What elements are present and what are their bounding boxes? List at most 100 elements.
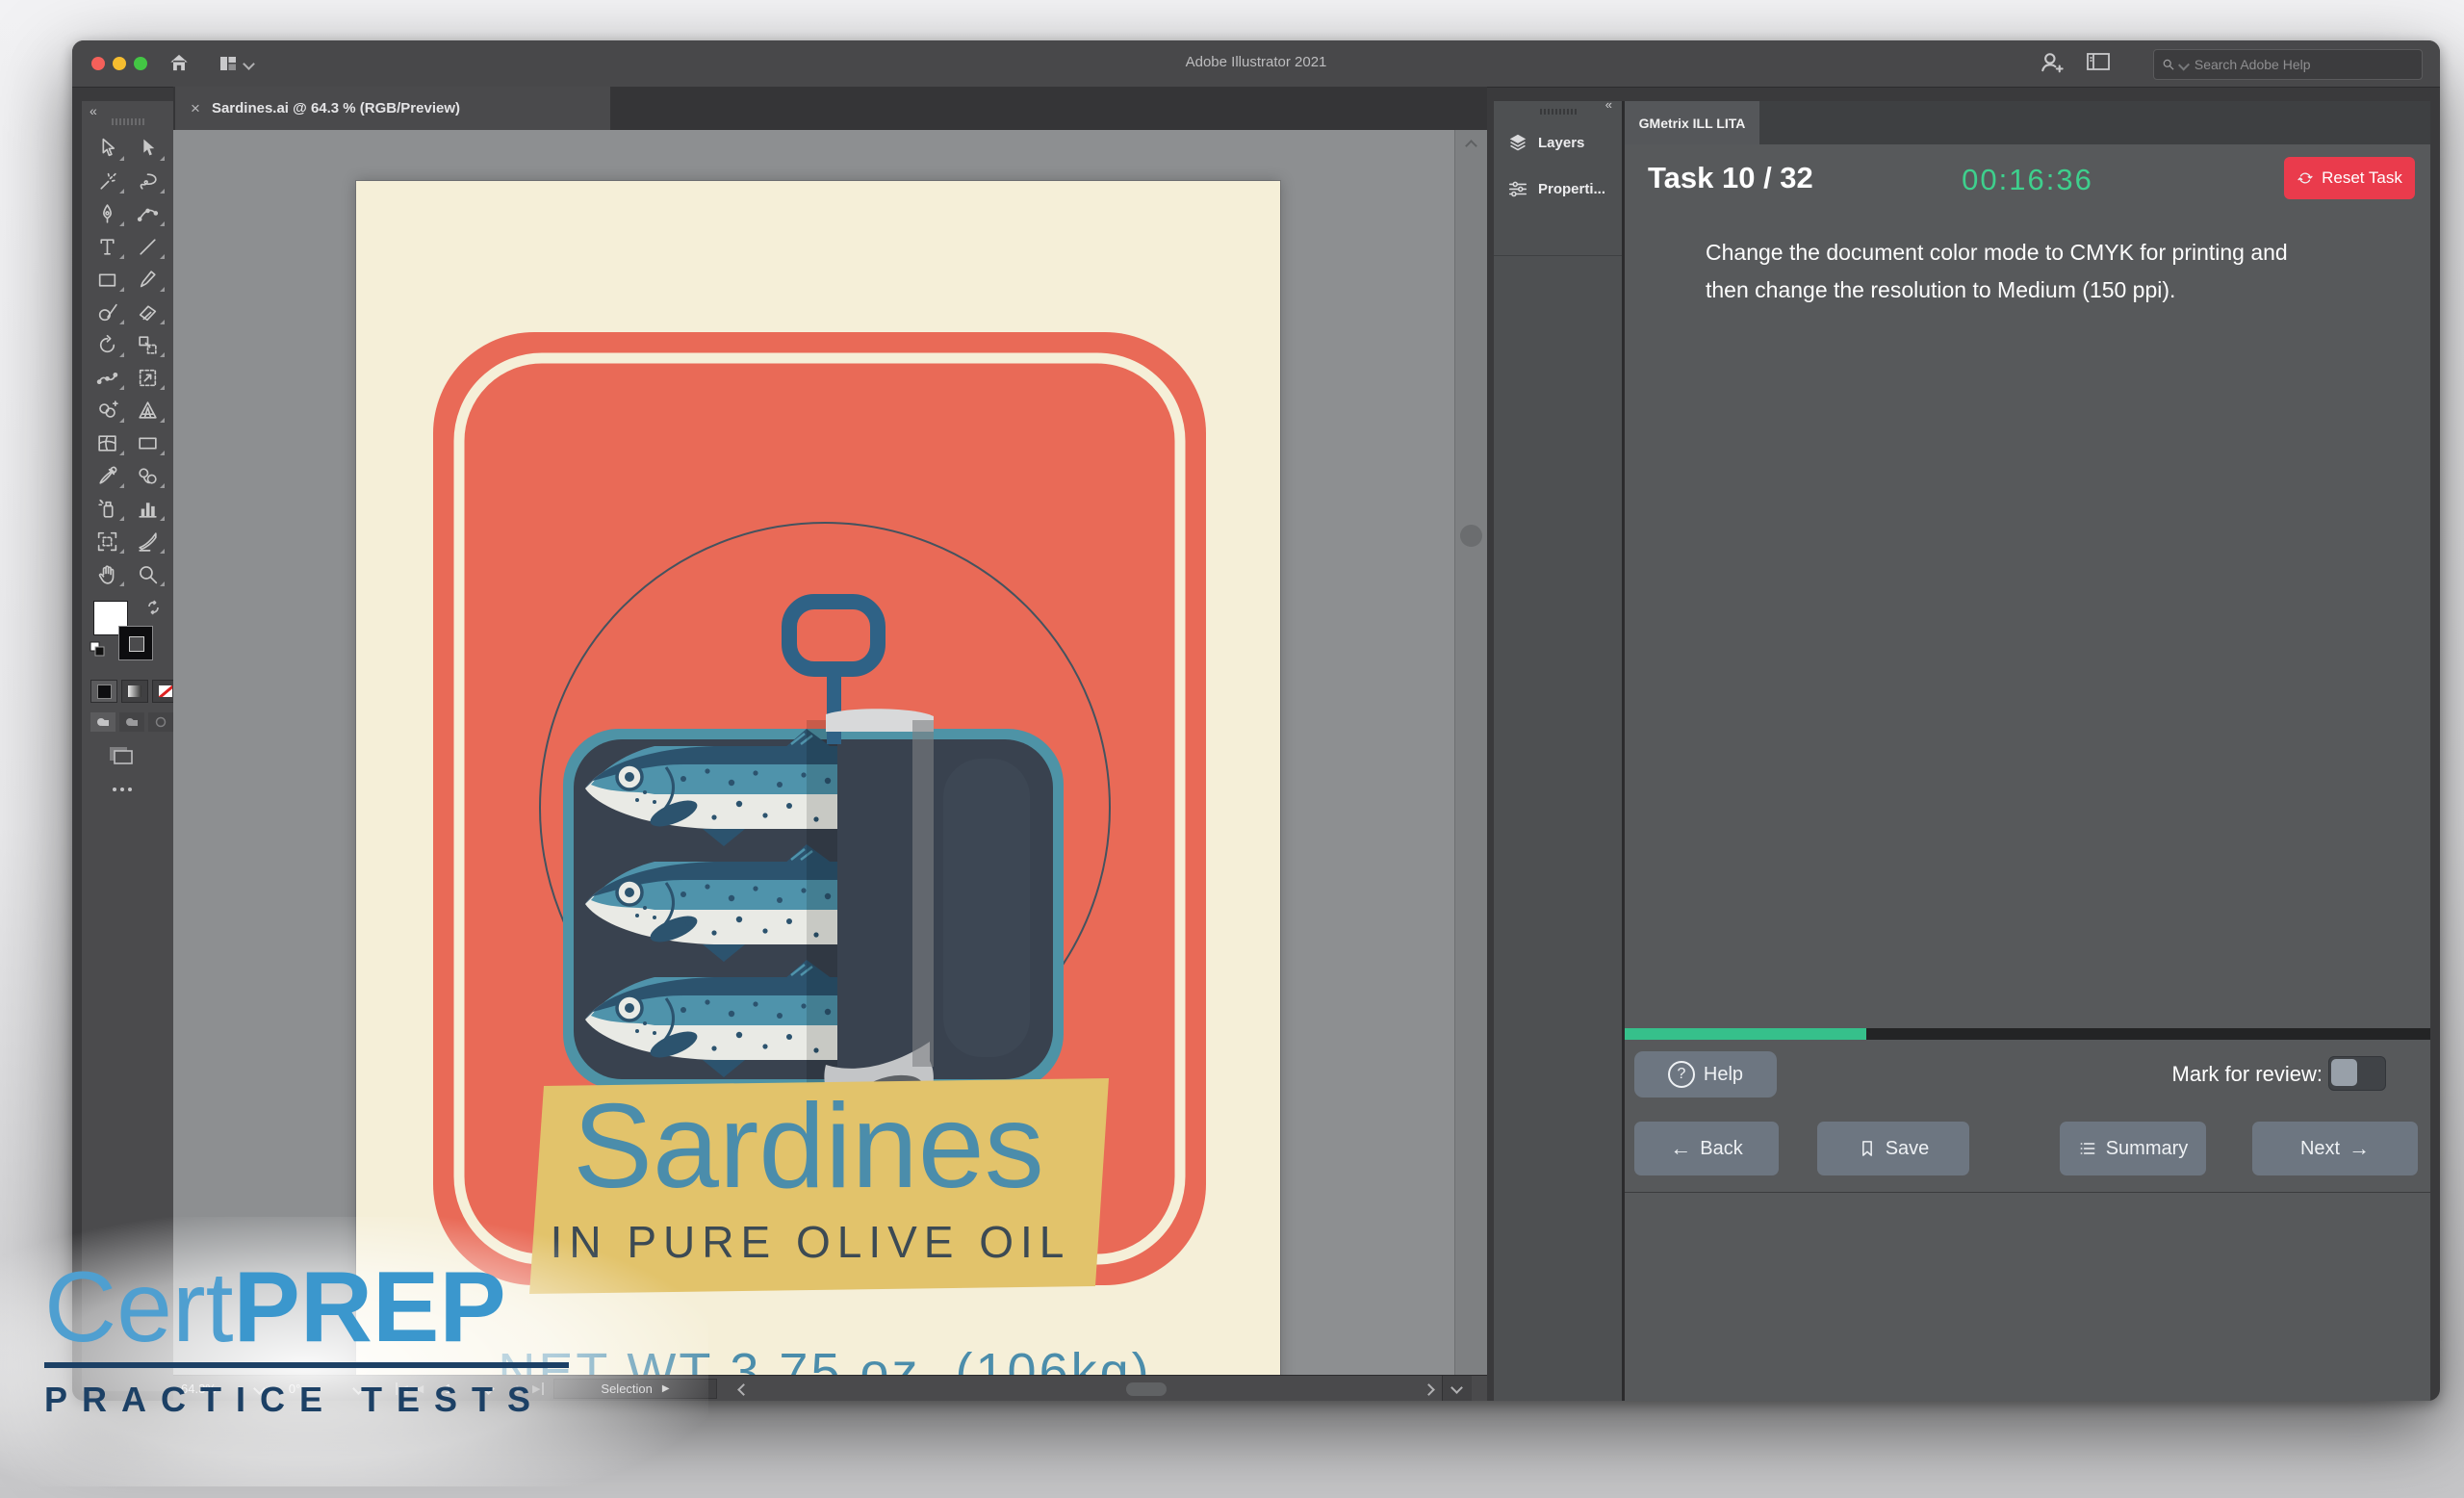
- artboard-icon: [95, 529, 119, 554]
- tool-scale[interactable]: [128, 328, 168, 361]
- tool-selection[interactable]: [88, 132, 128, 165]
- mark-for-review-toggle[interactable]: [2328, 1056, 2386, 1091]
- search-icon: [2162, 57, 2175, 72]
- help-button[interactable]: ? Help: [1634, 1051, 1777, 1098]
- tool-blend[interactable]: [128, 459, 168, 492]
- tool-eyedropper[interactable]: [88, 459, 128, 492]
- back-button[interactable]: ← Back: [1634, 1122, 1779, 1175]
- save-button[interactable]: Save: [1817, 1122, 1969, 1175]
- tool-paintbrush[interactable]: [128, 263, 168, 296]
- free-transform-icon: [136, 366, 160, 390]
- panel-button-layers[interactable]: Layers: [1494, 122, 1622, 163]
- minimize-window-button[interactable]: [113, 57, 126, 70]
- panel-divider: [1625, 1192, 2430, 1193]
- reset-task-button[interactable]: Reset Task: [2284, 157, 2415, 199]
- user-account-icon[interactable]: [2038, 49, 2065, 81]
- shape-builder-icon: [95, 399, 119, 423]
- artboard-number-field[interactable]: 1: [445, 1382, 451, 1396]
- vertical-scroll-thumb[interactable]: [1460, 525, 1482, 547]
- summary-button[interactable]: Summary: [2060, 1122, 2206, 1175]
- tool-column-graph[interactable]: [128, 492, 168, 525]
- collapse-toolbar-icon[interactable]: «: [90, 103, 97, 118]
- previous-artboard-icon[interactable]: ◀: [416, 1382, 424, 1395]
- first-artboard-icon[interactable]: ◀: [396, 1382, 407, 1395]
- workspace-switcher[interactable]: [218, 54, 253, 73]
- help-icon: ?: [1668, 1061, 1695, 1088]
- tool-mesh[interactable]: [88, 426, 128, 459]
- vertical-scrollbar[interactable]: [1454, 130, 1487, 1375]
- zoom-window-button[interactable]: [134, 57, 147, 70]
- tool-symbol-sprayer[interactable]: [88, 492, 128, 525]
- zoom-dropdown-icon[interactable]: [253, 1382, 266, 1395]
- magic-wand-icon: [95, 169, 119, 194]
- stroke-color-swatch[interactable]: [118, 626, 153, 660]
- swap-fill-stroke-icon[interactable]: [145, 599, 163, 616]
- default-fill-stroke-icon[interactable]: [90, 641, 105, 657]
- tool-line-segment[interactable]: [128, 230, 168, 263]
- artboard-dropdown-icon[interactable]: [483, 1382, 496, 1395]
- scroll-right-icon[interactable]: [1423, 1383, 1435, 1396]
- expand-panels-icon[interactable]: «: [1605, 97, 1612, 112]
- tool-magic-wand[interactable]: [88, 165, 128, 197]
- pen-icon: [95, 202, 119, 226]
- rotation-dropdown-icon[interactable]: [352, 1382, 365, 1395]
- gmetrix-tab[interactable]: GMetrix ILL LITA: [1625, 101, 1759, 144]
- canvas-pasteboard[interactable]: Sardines IN PURE OLIVE OIL NET WT 3.75 o…: [173, 130, 1487, 1375]
- tool-slice[interactable]: [128, 525, 168, 557]
- tool-direct-selection[interactable]: [128, 132, 168, 165]
- tool-curvature[interactable]: [128, 197, 168, 230]
- tool-eraser[interactable]: [128, 296, 168, 328]
- tool-gradient[interactable]: [128, 426, 168, 459]
- tool-shape-builder[interactable]: [88, 394, 128, 426]
- next-artboard-icon[interactable]: ▶: [516, 1382, 524, 1395]
- bookmark-icon: [1858, 1139, 1877, 1158]
- tool-free-transform[interactable]: [128, 361, 168, 394]
- tool-perspective-grid[interactable]: [128, 394, 168, 426]
- current-tool-indicator[interactable]: Selection ▶: [553, 1379, 717, 1399]
- search-input[interactable]: [2193, 56, 2414, 73]
- tool-type[interactable]: [88, 230, 128, 263]
- tool-artboard[interactable]: [88, 525, 128, 557]
- column-graph-icon: [136, 497, 160, 521]
- gradient-icon: [136, 431, 160, 455]
- reset-icon: [2297, 169, 2314, 187]
- zoom-icon: [136, 562, 160, 586]
- current-tool-label: Selection: [601, 1382, 652, 1396]
- tool-lasso[interactable]: [128, 165, 168, 197]
- tool-rotate[interactable]: [88, 328, 128, 361]
- tool-pen[interactable]: [88, 197, 128, 230]
- tool-hand[interactable]: [88, 557, 128, 590]
- draw-behind-button[interactable]: [119, 712, 144, 732]
- layers-icon: [1507, 132, 1528, 153]
- draw-inside-button[interactable]: [148, 712, 173, 732]
- scroll-down-button[interactable]: [1442, 1376, 1472, 1401]
- window-title: Adobe Illustrator 2021: [1186, 54, 1327, 70]
- horizontal-scroll-thumb[interactable]: [1126, 1382, 1167, 1396]
- task-counter: Task 10 / 32: [1648, 161, 1813, 195]
- tool-zoom[interactable]: [128, 557, 168, 590]
- screen-mode-button[interactable]: [107, 743, 136, 771]
- arrange-documents-icon[interactable]: [2086, 51, 2111, 77]
- mark-for-review-label: Mark for review:: [2172, 1062, 2323, 1087]
- dock-grip[interactable]: [1540, 109, 1577, 115]
- document-tab[interactable]: × Sardines.ai @ 64.3 % (RGB/Preview): [175, 87, 610, 130]
- scroll-left-icon[interactable]: [737, 1383, 750, 1396]
- edit-toolbar-dots-icon[interactable]: [113, 788, 116, 791]
- zoom-level[interactable]: 64.3%: [181, 1382, 217, 1396]
- toolbar-grip[interactable]: [112, 118, 144, 125]
- panel-button-properties[interactable]: Properti...: [1494, 168, 1622, 209]
- close-window-button[interactable]: [91, 57, 105, 70]
- scroll-up-icon[interactable]: [1465, 140, 1477, 152]
- tool-width[interactable]: [88, 361, 128, 394]
- tool-shaper[interactable]: [88, 296, 128, 328]
- rotation-value[interactable]: 0°: [289, 1382, 300, 1396]
- color-mode-button[interactable]: [90, 680, 117, 703]
- gradient-mode-button[interactable]: [121, 680, 148, 703]
- close-tab-icon[interactable]: ×: [191, 99, 200, 118]
- help-search-field[interactable]: [2153, 49, 2423, 80]
- home-icon[interactable]: [167, 50, 192, 80]
- draw-normal-button[interactable]: [90, 712, 116, 732]
- tool-rectangle[interactable]: [88, 263, 128, 296]
- next-button[interactable]: Next →: [2252, 1122, 2418, 1175]
- last-artboard-icon[interactable]: ▶: [532, 1382, 544, 1395]
